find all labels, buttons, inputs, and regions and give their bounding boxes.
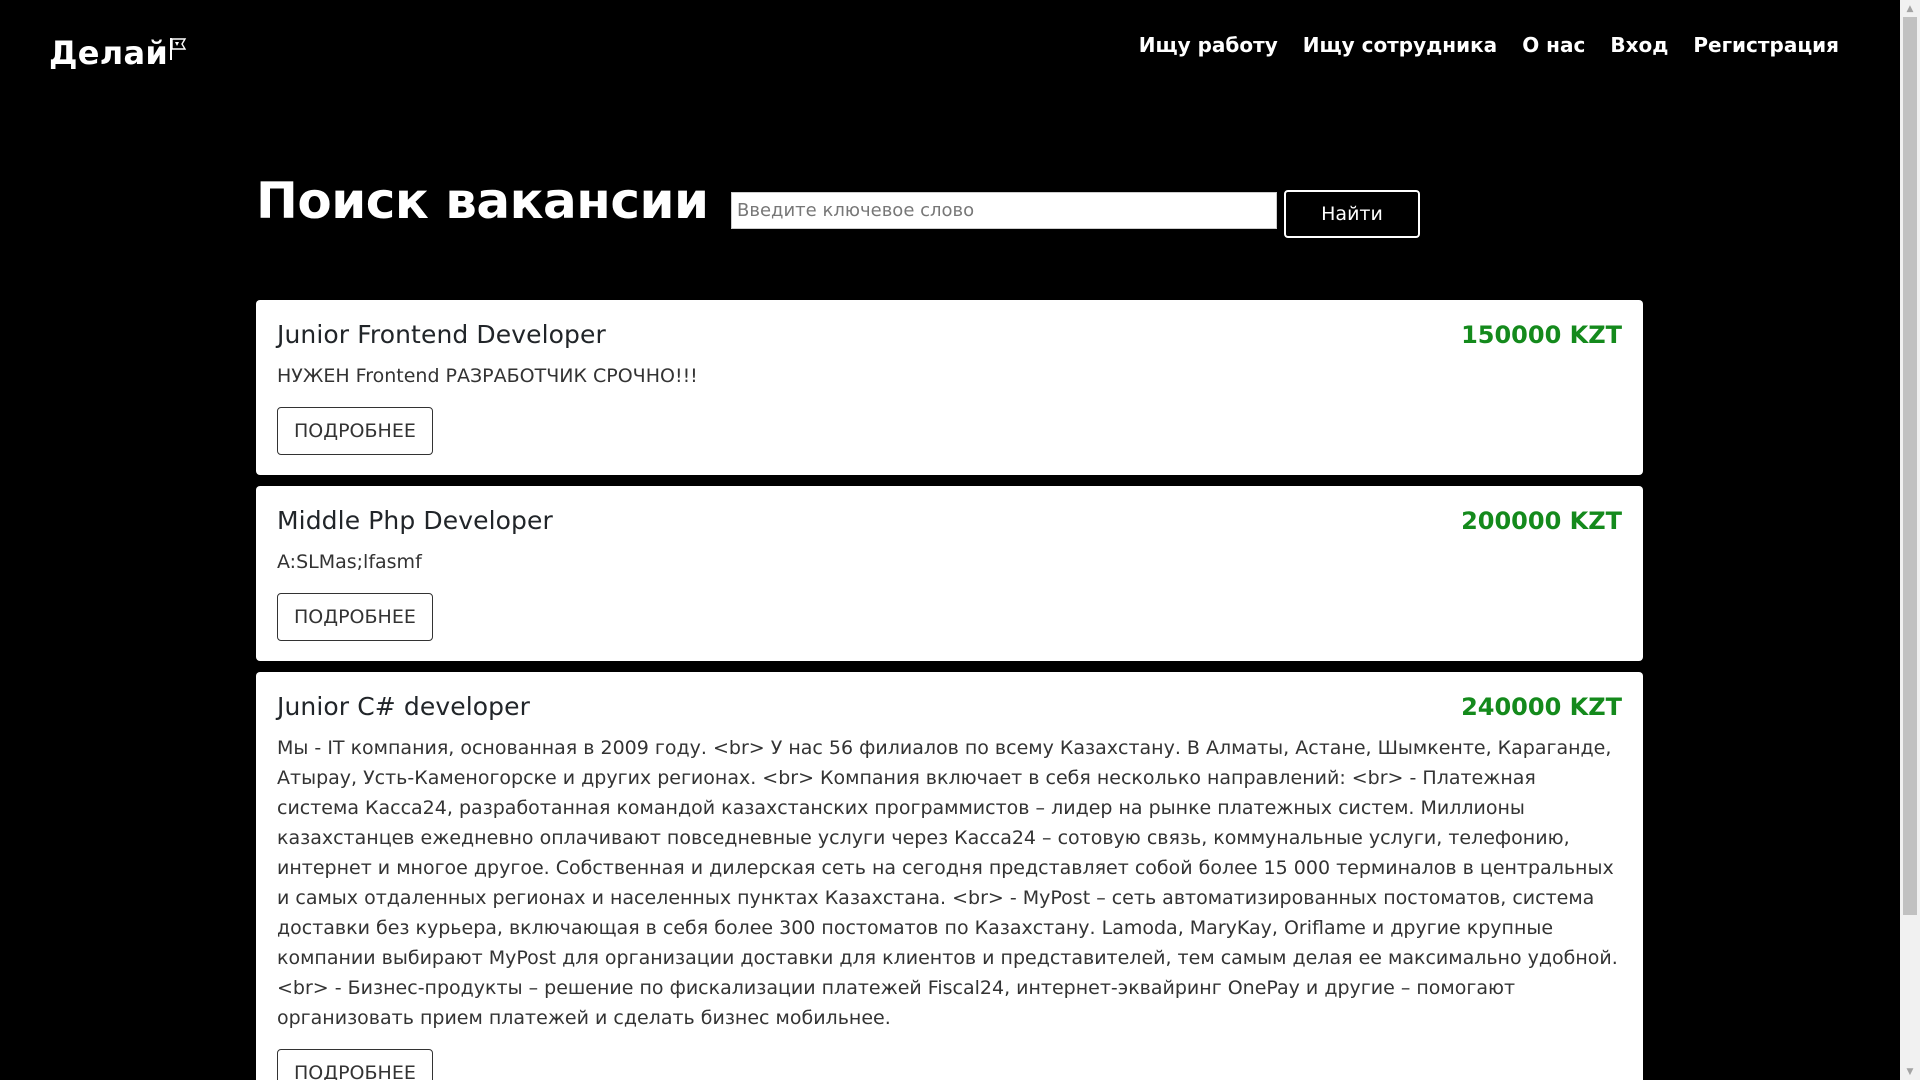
search-button[interactable]: Найти bbox=[1284, 190, 1420, 238]
vacancy-card: Junior Frontend Developer 150000 KZT НУЖ… bbox=[256, 300, 1643, 475]
nav-item-about[interactable]: О нас bbox=[1522, 33, 1585, 57]
top-navbar: Делай Ищу работу Ищу сотрудника О нас Вх… bbox=[0, 0, 1900, 105]
vacancy-title: Junior C# developer bbox=[277, 692, 530, 721]
nav-item-register[interactable]: Регистрация bbox=[1693, 33, 1839, 57]
scroll-up-arrow-icon[interactable]: ▲ bbox=[1900, 0, 1920, 17]
nav-item-find-job[interactable]: Ищу работу bbox=[1139, 33, 1278, 57]
vacancy-card-header: Junior C# developer 240000 KZT bbox=[277, 692, 1622, 721]
scrollbar-thumb[interactable] bbox=[1903, 17, 1917, 915]
search-section: Поиск вакансии Найти bbox=[256, 170, 1642, 250]
main-nav: Ищу работу Ищу сотрудника О нас Вход Рег… bbox=[1139, 33, 1839, 57]
details-button[interactable]: ПОДРОБНЕЕ bbox=[277, 593, 433, 641]
vacancy-list: Junior Frontend Developer 150000 KZT НУЖ… bbox=[256, 300, 1643, 1080]
scroll-down-arrow-icon[interactable]: ▼ bbox=[1900, 1063, 1920, 1080]
nav-item-login[interactable]: Вход bbox=[1610, 33, 1668, 57]
vacancy-description: A:SLMas;lfasmf bbox=[277, 551, 422, 573]
vacancy-card: Middle Php Developer 200000 KZT A:SLMas;… bbox=[256, 486, 1643, 661]
vacancy-salary: 200000 KZT bbox=[1461, 507, 1622, 535]
vacancy-card-header: Junior Frontend Developer 150000 KZT bbox=[277, 320, 1622, 349]
vertical-scrollbar[interactable]: ▲ ▼ bbox=[1900, 0, 1920, 1080]
vacancy-description: НУЖЕН Frontend РАЗРАБОТЧИК СРОЧНО!!! bbox=[277, 365, 698, 387]
logo-text: Делай bbox=[49, 34, 169, 72]
vacancy-card-header: Middle Php Developer 200000 KZT bbox=[277, 506, 1622, 535]
logo[interactable]: Делай bbox=[49, 34, 187, 72]
details-button[interactable]: ПОДРОБНЕЕ bbox=[277, 407, 433, 455]
flag-icon bbox=[170, 38, 187, 60]
nav-item-find-employee[interactable]: Ищу сотрудника bbox=[1303, 33, 1497, 57]
vacancy-salary: 240000 KZT bbox=[1461, 693, 1622, 721]
vacancy-description: Мы - IT компания, основанная в 2009 году… bbox=[277, 737, 1618, 1029]
vacancy-salary: 150000 KZT bbox=[1461, 321, 1622, 349]
page: Делай Ищу работу Ищу сотрудника О нас Вх… bbox=[0, 0, 1900, 1080]
details-button[interactable]: ПОДРОБНЕЕ bbox=[277, 1049, 433, 1080]
vacancy-title: Junior Frontend Developer bbox=[277, 320, 606, 349]
vacancy-card: Junior C# developer 240000 KZT Мы - IT к… bbox=[256, 672, 1643, 1080]
page-title: Поиск вакансии bbox=[256, 172, 709, 230]
vacancy-title: Middle Php Developer bbox=[277, 506, 553, 535]
search-input[interactable] bbox=[731, 192, 1277, 229]
